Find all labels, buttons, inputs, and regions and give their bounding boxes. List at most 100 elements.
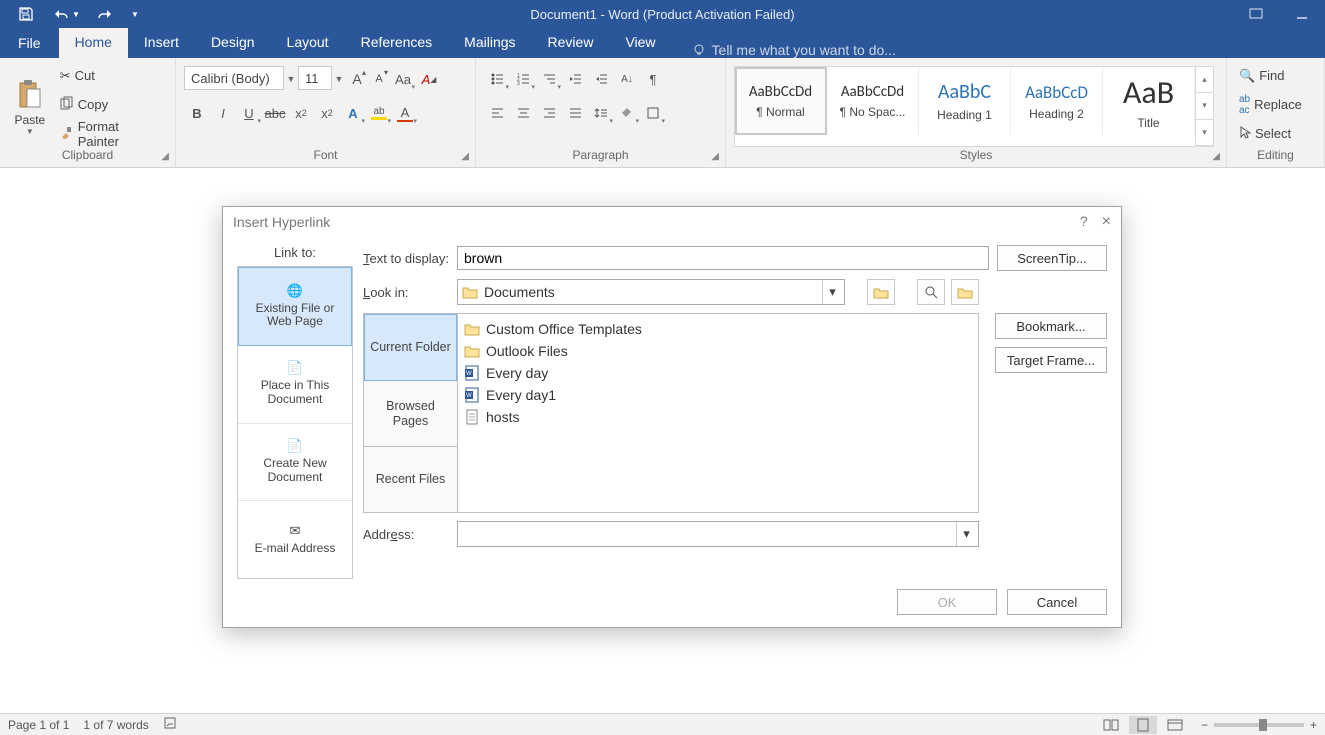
tab-layout[interactable]: Layout: [271, 28, 345, 58]
tab-mailings[interactable]: Mailings: [448, 28, 531, 58]
align-right-icon[interactable]: [536, 100, 562, 126]
font-launcher-icon[interactable]: ◢: [461, 149, 469, 165]
print-layout-icon[interactable]: [1129, 716, 1157, 734]
change-case-icon[interactable]: Aa▾: [390, 66, 416, 92]
cut-button[interactable]: ✂Cut: [56, 65, 167, 87]
link-to-email[interactable]: ✉E-mail Address: [238, 501, 352, 578]
tab-references[interactable]: References: [345, 28, 449, 58]
clipboard-launcher-icon[interactable]: ◢: [161, 149, 169, 165]
help-icon[interactable]: ?: [1080, 213, 1088, 231]
justify-icon[interactable]: [562, 100, 588, 126]
text-effects-icon[interactable]: A▾: [340, 100, 366, 126]
decrease-indent-icon[interactable]: [562, 66, 588, 92]
chevron-down-icon[interactable]: ▾: [956, 522, 976, 546]
close-icon[interactable]: ×: [1102, 213, 1111, 231]
font-color-icon[interactable]: A▾: [392, 100, 418, 126]
file-list[interactable]: Custom Office Templates Outlook Files WE…: [458, 314, 978, 512]
link-to-place-in-doc[interactable]: 📄Place in This Document: [238, 346, 352, 424]
dialog-titlebar[interactable]: Insert Hyperlink ? ×: [223, 207, 1121, 237]
link-to-existing-file[interactable]: 🌐Existing File or Web Page: [238, 267, 352, 346]
undo-icon[interactable]: ▼: [48, 2, 84, 26]
line-spacing-icon[interactable]: ▾: [588, 100, 614, 126]
chevron-up-icon[interactable]: ▴: [1196, 67, 1213, 93]
screentip-button[interactable]: ScreenTip...: [997, 245, 1107, 271]
bullets-icon[interactable]: ▾: [484, 66, 510, 92]
expand-icon[interactable]: ▾: [1196, 120, 1213, 146]
replace-button[interactable]: abacReplace: [1235, 94, 1325, 116]
bold-icon[interactable]: B: [184, 100, 210, 126]
styles-launcher-icon[interactable]: ◢: [1212, 149, 1220, 165]
browse-tab-browsed-pages[interactable]: Browsed Pages: [364, 381, 457, 447]
style-normal[interactable]: AaBbCcDd¶ Normal: [735, 67, 827, 135]
increase-indent-icon[interactable]: [588, 66, 614, 92]
cancel-button[interactable]: Cancel: [1007, 589, 1107, 615]
tab-insert[interactable]: Insert: [128, 28, 195, 58]
ribbon-options-icon[interactable]: [1233, 0, 1279, 28]
chevron-down-icon[interactable]: ▼: [332, 66, 346, 92]
tab-home[interactable]: Home: [59, 28, 128, 58]
tell-me-search[interactable]: Tell me what you want to do...: [672, 42, 896, 58]
zoom-in-icon[interactable]: +: [1310, 718, 1317, 732]
underline-icon[interactable]: U▾: [236, 100, 262, 126]
address-combo[interactable]: ▾: [457, 521, 979, 547]
zoom-out-icon[interactable]: −: [1201, 718, 1208, 732]
bookmark-button[interactable]: Bookmark...: [995, 313, 1107, 339]
save-icon[interactable]: [8, 2, 44, 26]
clear-formatting-icon[interactable]: A◢: [416, 66, 442, 92]
browse-web-icon[interactable]: [917, 279, 945, 305]
tab-design[interactable]: Design: [195, 28, 271, 58]
superscript-icon[interactable]: x2: [314, 100, 340, 126]
borders-icon[interactable]: ▾: [640, 100, 666, 126]
web-layout-icon[interactable]: [1161, 716, 1189, 734]
minimize-icon[interactable]: [1279, 0, 1325, 28]
list-item[interactable]: Custom Office Templates: [464, 318, 972, 340]
text-to-display-input[interactable]: [457, 246, 989, 270]
strikethrough-icon[interactable]: abc: [262, 100, 288, 126]
qat-customize-icon[interactable]: ▼: [128, 2, 142, 26]
paste-button[interactable]: Paste ▼: [8, 62, 52, 147]
style-title[interactable]: AaBTitle: [1103, 67, 1195, 135]
paragraph-launcher-icon[interactable]: ◢: [711, 149, 719, 165]
style-heading2[interactable]: AaBbCcDHeading 2: [1011, 67, 1103, 135]
list-item[interactable]: hosts: [464, 406, 972, 428]
tab-view[interactable]: View: [609, 28, 671, 58]
subscript-icon[interactable]: x2: [288, 100, 314, 126]
tab-review[interactable]: Review: [532, 28, 610, 58]
target-frame-button[interactable]: Target Frame...: [995, 347, 1107, 373]
chevron-down-icon[interactable]: ▼: [284, 66, 298, 92]
copy-button[interactable]: Copy: [56, 94, 167, 116]
select-button[interactable]: Select▾: [1235, 123, 1325, 145]
zoom-slider[interactable]: [1214, 723, 1304, 727]
page-status[interactable]: Page 1 of 1: [8, 718, 69, 732]
align-center-icon[interactable]: [510, 100, 536, 126]
sort-icon[interactable]: A↓: [614, 66, 640, 92]
font-size-combo[interactable]: 11: [298, 66, 332, 90]
chevron-down-icon[interactable]: ▾: [1196, 93, 1213, 119]
styles-gallery[interactable]: AaBbCcDd¶ Normal AaBbCcDd¶ No Spac... Aa…: [734, 66, 1214, 147]
link-to-create-new[interactable]: 📄Create New Document: [238, 424, 352, 502]
look-in-combo[interactable]: Documents ▾: [457, 279, 845, 305]
browse-file-icon[interactable]: [951, 279, 979, 305]
grow-font-icon[interactable]: A▴: [346, 66, 368, 92]
numbering-icon[interactable]: 123▾: [510, 66, 536, 92]
font-name-combo[interactable]: Calibri (Body): [184, 66, 284, 90]
styles-scroll[interactable]: ▴▾▾: [1195, 67, 1213, 146]
highlight-icon[interactable]: ab▾: [366, 100, 392, 126]
align-left-icon[interactable]: [484, 100, 510, 126]
shrink-font-icon[interactable]: A▾: [368, 66, 390, 92]
list-item[interactable]: WEvery day: [464, 362, 972, 384]
read-mode-icon[interactable]: [1097, 716, 1125, 734]
style-heading1[interactable]: AaBbCHeading 1: [919, 67, 1011, 135]
find-button[interactable]: 🔍Find▾: [1235, 65, 1325, 87]
tab-file[interactable]: File: [0, 28, 59, 58]
chevron-down-icon[interactable]: ▾: [822, 280, 842, 304]
browse-tab-current-folder[interactable]: Current Folder: [364, 314, 457, 381]
word-count[interactable]: 1 of 7 words: [83, 718, 148, 732]
show-marks-icon[interactable]: ¶: [640, 66, 666, 92]
redo-icon[interactable]: [88, 2, 124, 26]
style-nospacing[interactable]: AaBbCcDd¶ No Spac...: [827, 67, 919, 135]
multilevel-icon[interactable]: ▾: [536, 66, 562, 92]
up-folder-icon[interactable]: [867, 279, 895, 305]
list-item[interactable]: WEvery day1: [464, 384, 972, 406]
italic-icon[interactable]: I: [210, 100, 236, 126]
